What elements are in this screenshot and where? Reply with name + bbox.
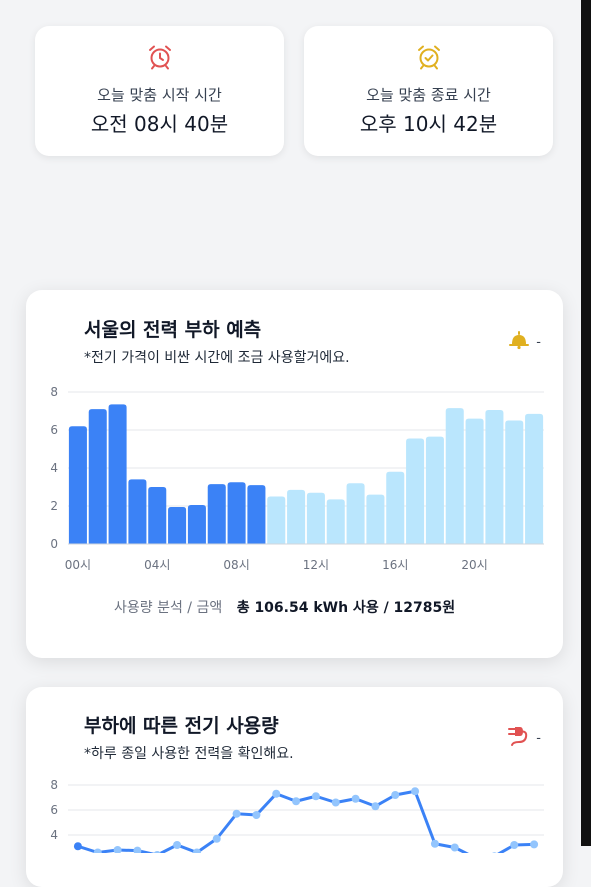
load-forecast-title: 서울의 전력 부하 예측 <box>84 319 262 341</box>
bar <box>465 418 484 544</box>
y-tick-label: 4 <box>50 461 58 475</box>
bar <box>306 492 325 544</box>
alarm-clock-icon <box>147 44 173 74</box>
line-point <box>93 848 102 853</box>
bar <box>386 471 405 544</box>
line-point <box>510 841 519 849</box>
line-point <box>430 839 439 848</box>
bar <box>227 482 246 544</box>
usage-icon-text: - <box>536 730 541 746</box>
usage-line <box>76 789 536 853</box>
y-tick-label: 8 <box>50 778 58 792</box>
line-point <box>73 842 82 851</box>
usage-card: 부하에 따른 전기 사용량 *하루 종일 사용한 전력을 확인해요. - 4 6 8 <box>26 687 563 887</box>
bar <box>425 436 444 544</box>
bar <box>207 484 226 544</box>
page: 오늘 맞춤 시작 시간 오전 08시 40분 오늘 맞춤 종료 시간 오후 10… <box>0 0 581 887</box>
line-point <box>133 846 142 853</box>
summary-label: 사용량 분석 / 금액 <box>114 600 223 616</box>
line-point <box>311 792 320 801</box>
usage-title: 부하에 따른 전기 사용량 <box>84 715 279 737</box>
line-point <box>492 852 497 853</box>
usage-summary: 사용량 분석 / 금액 총 106.54 kWh 사용 / 12785원 <box>114 597 455 617</box>
line-point <box>292 797 301 806</box>
line-point <box>530 840 539 849</box>
load-forecast-card: 서울의 전력 부하 예측 *전기 가격이 비싼 시간에 조금 사용할거에요. -… <box>26 290 563 658</box>
usage-line-chart: 4 6 8 <box>50 778 544 853</box>
bar <box>505 420 524 544</box>
end-time-card: 오늘 맞춤 종료 시간 오후 10시 42분 <box>304 26 553 156</box>
line-point <box>173 841 182 849</box>
bar <box>326 499 345 544</box>
plug-icon <box>506 725 530 751</box>
x-tick-label: 08시 <box>223 558 249 572</box>
bar <box>287 489 306 544</box>
bar <box>148 487 167 544</box>
usage-subtitle: *하루 종일 사용한 전력을 확인해요. <box>84 746 294 762</box>
summary-value: 총 106.54 kWh 사용 / 12785원 <box>236 600 456 616</box>
line-point <box>411 787 420 796</box>
line-point <box>450 843 459 852</box>
window-edge <box>581 0 591 846</box>
y-tick-label: 6 <box>50 803 58 817</box>
bar <box>525 413 544 544</box>
bell-icon <box>508 329 530 355</box>
bar <box>168 506 187 544</box>
x-tick-label: 04시 <box>144 558 170 572</box>
y-tick-label: 2 <box>50 499 58 513</box>
load-forecast-subtitle: *전기 가격이 비싼 시간에 조금 사용할거에요. <box>84 350 350 366</box>
line-point <box>272 789 281 798</box>
start-time-value: 오전 08시 40분 <box>90 112 229 136</box>
bar <box>247 485 266 544</box>
line-point <box>252 811 261 819</box>
bar <box>187 505 206 544</box>
end-time-value: 오후 10시 42분 <box>359 112 498 136</box>
line-point <box>113 846 122 853</box>
x-tick-label: 12시 <box>303 558 329 572</box>
line-point <box>391 791 400 799</box>
bar <box>128 479 147 544</box>
y-tick-label: 0 <box>50 537 58 551</box>
line-point <box>212 834 221 843</box>
end-time-label: 오늘 맞춤 종료 시간 <box>366 86 491 104</box>
bar <box>68 426 87 544</box>
bar <box>406 438 425 544</box>
bar <box>267 496 286 544</box>
line-point <box>351 794 360 803</box>
start-time-label: 오늘 맞춤 시작 시간 <box>97 86 222 104</box>
bar <box>485 410 504 544</box>
usage-icon-group[interactable]: - <box>506 725 541 751</box>
bar <box>445 408 464 544</box>
x-tick-label: 16시 <box>382 558 408 572</box>
line-point <box>331 798 340 807</box>
bar <box>88 409 107 544</box>
load-forecast-icon-group[interactable]: - <box>508 329 541 355</box>
y-tick-label: 4 <box>50 828 58 842</box>
start-time-card: 오늘 맞춤 시작 시간 오전 08시 40분 <box>35 26 284 156</box>
y-tick-label: 8 <box>50 385 58 399</box>
bar <box>366 494 385 544</box>
y-tick-label: 6 <box>50 423 58 437</box>
x-tick-label: 20시 <box>461 558 487 572</box>
line-point <box>232 809 241 818</box>
x-tick-label: 00시 <box>65 558 91 572</box>
load-forecast-icon-text: - <box>536 334 541 350</box>
alarm-check-icon <box>416 44 442 74</box>
bar <box>346 483 365 544</box>
bar <box>108 404 127 544</box>
line-point <box>371 802 380 811</box>
load-bar-chart: 0 2 4 6 8 00시 04시 08시 12시 16시 20시 <box>50 385 544 572</box>
